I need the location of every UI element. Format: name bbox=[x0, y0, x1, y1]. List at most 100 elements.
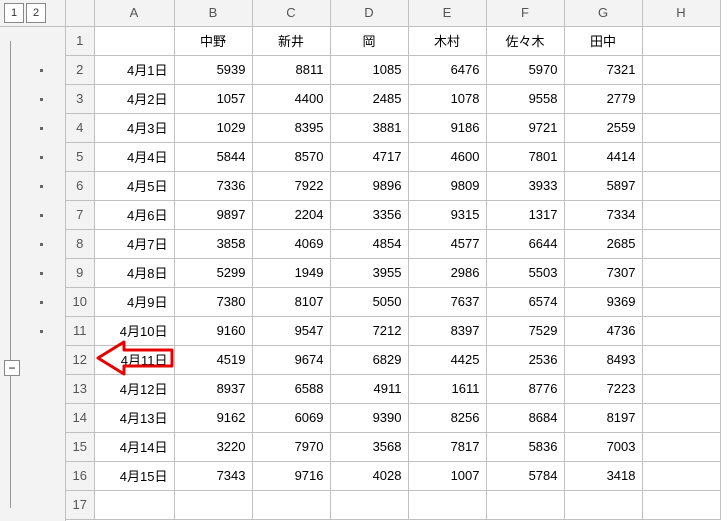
cell[interactable]: 9186 bbox=[408, 113, 486, 142]
cell[interactable]: 木村 bbox=[408, 26, 486, 55]
cell[interactable]: 1029 bbox=[174, 113, 252, 142]
cell[interactable]: 4736 bbox=[564, 316, 642, 345]
cell[interactable]: 4月15日 bbox=[94, 461, 174, 490]
cell[interactable] bbox=[642, 287, 720, 316]
row-header[interactable]: 2 bbox=[66, 55, 94, 84]
row-header[interactable]: 15 bbox=[66, 432, 94, 461]
cell[interactable]: 4月12日 bbox=[94, 374, 174, 403]
cell[interactable] bbox=[642, 84, 720, 113]
cell[interactable]: 中野 bbox=[174, 26, 252, 55]
cell[interactable] bbox=[94, 490, 174, 519]
cell[interactable] bbox=[486, 490, 564, 519]
row-header[interactable]: 12 bbox=[66, 345, 94, 374]
cell[interactable] bbox=[94, 26, 174, 55]
cell[interactable]: 4月9日 bbox=[94, 287, 174, 316]
cell[interactable]: 7321 bbox=[564, 55, 642, 84]
cell[interactable]: 6069 bbox=[252, 403, 330, 432]
spreadsheet-grid[interactable]: A B C D E F G H 1中野新井岡木村佐々木田中24月1日593988… bbox=[66, 0, 727, 521]
cell[interactable]: 5844 bbox=[174, 142, 252, 171]
cell[interactable]: 1007 bbox=[408, 461, 486, 490]
cell[interactable]: 3858 bbox=[174, 229, 252, 258]
cell[interactable]: 5897 bbox=[564, 171, 642, 200]
cell[interactable]: 4月2日 bbox=[94, 84, 174, 113]
cell[interactable]: 3220 bbox=[174, 432, 252, 461]
cell[interactable]: 4月3日 bbox=[94, 113, 174, 142]
cell[interactable]: 4911 bbox=[330, 374, 408, 403]
row-header[interactable]: 8 bbox=[66, 229, 94, 258]
cell[interactable]: 新井 bbox=[252, 26, 330, 55]
cell[interactable]: 4028 bbox=[330, 461, 408, 490]
cell[interactable]: 2536 bbox=[486, 345, 564, 374]
cell[interactable]: 4069 bbox=[252, 229, 330, 258]
col-header-A[interactable]: A bbox=[94, 0, 174, 26]
cell[interactable] bbox=[642, 490, 720, 519]
row-header[interactable]: 4 bbox=[66, 113, 94, 142]
cell[interactable]: 9390 bbox=[330, 403, 408, 432]
row-header[interactable]: 16 bbox=[66, 461, 94, 490]
cell[interactable]: 2685 bbox=[564, 229, 642, 258]
cell[interactable] bbox=[642, 229, 720, 258]
cell[interactable]: 6574 bbox=[486, 287, 564, 316]
cell[interactable]: 7970 bbox=[252, 432, 330, 461]
cell[interactable] bbox=[642, 258, 720, 287]
cell[interactable]: 1085 bbox=[330, 55, 408, 84]
cell[interactable] bbox=[642, 316, 720, 345]
cell[interactable]: 8397 bbox=[408, 316, 486, 345]
cell[interactable]: 8395 bbox=[252, 113, 330, 142]
cell[interactable]: 2779 bbox=[564, 84, 642, 113]
cell[interactable]: 3568 bbox=[330, 432, 408, 461]
cell[interactable]: 6829 bbox=[330, 345, 408, 374]
cell[interactable]: 岡 bbox=[330, 26, 408, 55]
cell[interactable] bbox=[642, 374, 720, 403]
cell[interactable]: 4月6日 bbox=[94, 200, 174, 229]
cell[interactable] bbox=[174, 490, 252, 519]
row-header[interactable]: 14 bbox=[66, 403, 94, 432]
cell[interactable] bbox=[642, 345, 720, 374]
cell[interactable]: 5836 bbox=[486, 432, 564, 461]
cell[interactable]: 1317 bbox=[486, 200, 564, 229]
cell[interactable]: 7801 bbox=[486, 142, 564, 171]
cell[interactable]: 4月4日 bbox=[94, 142, 174, 171]
cell[interactable]: 6588 bbox=[252, 374, 330, 403]
cell[interactable]: 8937 bbox=[174, 374, 252, 403]
cell[interactable]: 1949 bbox=[252, 258, 330, 287]
cell[interactable]: 8684 bbox=[486, 403, 564, 432]
cell[interactable]: 4月11日 bbox=[94, 345, 174, 374]
row-header[interactable]: 6 bbox=[66, 171, 94, 200]
cell[interactable]: 1611 bbox=[408, 374, 486, 403]
cell[interactable]: 1057 bbox=[174, 84, 252, 113]
cell[interactable]: 3418 bbox=[564, 461, 642, 490]
row-header[interactable]: 17 bbox=[66, 490, 94, 519]
cell[interactable] bbox=[642, 403, 720, 432]
cell[interactable]: 8811 bbox=[252, 55, 330, 84]
cell[interactable]: 9716 bbox=[252, 461, 330, 490]
cell[interactable]: 8256 bbox=[408, 403, 486, 432]
cell[interactable]: 9809 bbox=[408, 171, 486, 200]
cell[interactable]: 4月8日 bbox=[94, 258, 174, 287]
cell[interactable]: 4854 bbox=[330, 229, 408, 258]
row-header[interactable]: 5 bbox=[66, 142, 94, 171]
cell[interactable]: 9896 bbox=[330, 171, 408, 200]
cell[interactable]: 7307 bbox=[564, 258, 642, 287]
cell[interactable]: 9558 bbox=[486, 84, 564, 113]
cell[interactable] bbox=[408, 490, 486, 519]
cell[interactable]: 7336 bbox=[174, 171, 252, 200]
row-header[interactable]: 9 bbox=[66, 258, 94, 287]
col-header-C[interactable]: C bbox=[252, 0, 330, 26]
cell[interactable]: 7529 bbox=[486, 316, 564, 345]
cell[interactable]: 7334 bbox=[564, 200, 642, 229]
row-header[interactable]: 3 bbox=[66, 84, 94, 113]
cell[interactable]: 4717 bbox=[330, 142, 408, 171]
cell[interactable]: 4414 bbox=[564, 142, 642, 171]
cell[interactable] bbox=[642, 461, 720, 490]
cell[interactable]: 4月10日 bbox=[94, 316, 174, 345]
col-header-B[interactable]: B bbox=[174, 0, 252, 26]
cell[interactable]: 7212 bbox=[330, 316, 408, 345]
row-header[interactable]: 13 bbox=[66, 374, 94, 403]
outline-level-2-button[interactable]: 2 bbox=[26, 3, 46, 23]
cell[interactable]: 6476 bbox=[408, 55, 486, 84]
cell[interactable] bbox=[642, 432, 720, 461]
cell[interactable]: 5784 bbox=[486, 461, 564, 490]
row-header[interactable]: 11 bbox=[66, 316, 94, 345]
cell[interactable]: 2204 bbox=[252, 200, 330, 229]
